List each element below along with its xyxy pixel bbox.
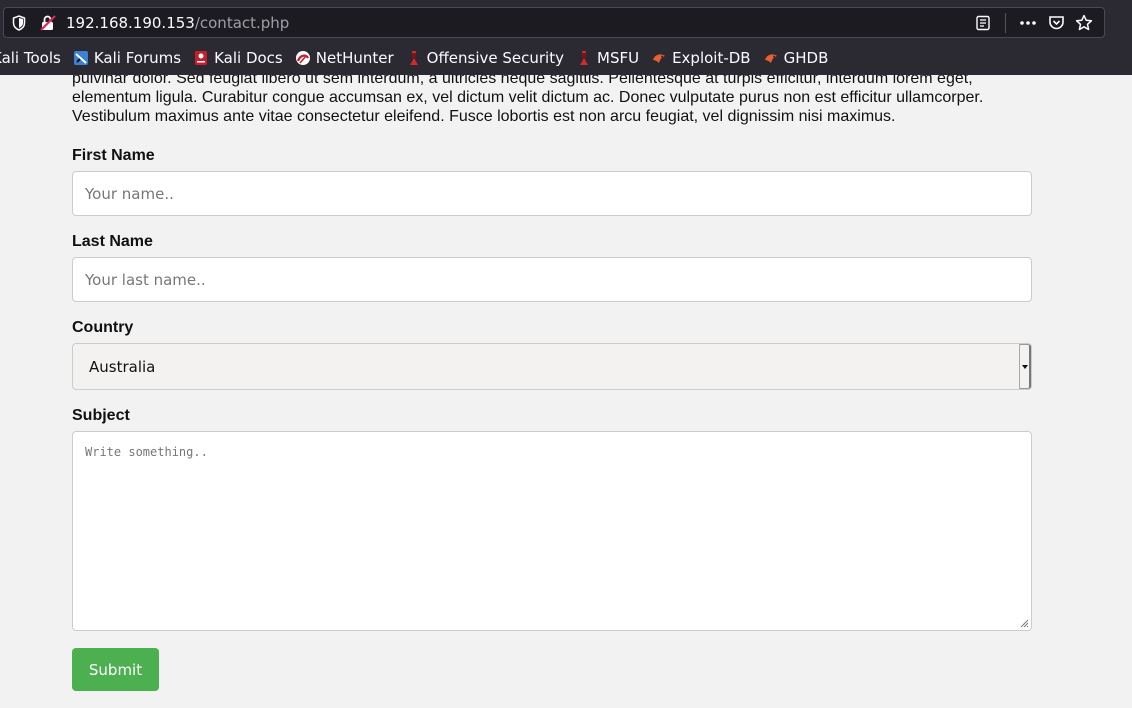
bookmark-label: NetHunter — [315, 49, 394, 67]
bookmark-ghdb[interactable]: GHDB — [763, 46, 829, 70]
bookmark-label: Exploit-DB — [672, 49, 751, 67]
country-select[interactable]: Australia — [72, 343, 1032, 390]
bookmark-label: Kali Tools — [0, 49, 61, 67]
more-actions-icon[interactable] — [1018, 13, 1038, 33]
url-host: 192.168.190.153 — [66, 14, 195, 32]
bookmark-star-icon[interactable] — [1074, 13, 1094, 33]
url-bar[interactable]: 192.168.190.153/contact.php — [3, 7, 1105, 38]
bookmark-kali-forums[interactable]: Kali Forums — [73, 46, 181, 70]
bookmark-kali-docs[interactable]: Kali Docs — [193, 46, 283, 70]
bookmark-label: Kali Docs — [214, 49, 283, 67]
pocket-icon[interactable] — [1046, 13, 1066, 33]
bookmark-exploit-db[interactable]: Exploit-DB — [651, 46, 751, 70]
url-text[interactable]: 192.168.190.153/contact.php — [66, 14, 289, 32]
resize-grip-icon[interactable] — [1020, 619, 1029, 628]
intro-line: Vestibulum maximus ante vitae consectetu… — [72, 108, 896, 125]
country-selected-value: Australia — [89, 357, 156, 376]
country-label: Country — [72, 319, 134, 336]
bookmark-msfu[interactable]: MSFU — [576, 46, 639, 70]
ghdb-icon — [764, 54, 777, 63]
intro-line: elementum ligula. Curabitur congue accum… — [72, 89, 984, 106]
url-path: /contact.php — [194, 14, 290, 32]
nethunter-icon — [295, 51, 310, 65]
bookmark-label: Kali Forums — [93, 49, 182, 67]
subject-textarea[interactable]: Write something.. — [72, 431, 1032, 631]
msfu-icon — [580, 51, 588, 65]
contact-form: First Name Your name.. Last Name Your la… — [72, 147, 1032, 691]
subject-label: Subject — [72, 407, 130, 424]
last-name-label: Last Name — [72, 233, 153, 250]
bookmark-label: GHDB — [783, 49, 829, 67]
contact-page-content: pulvinar dolor. Sed feugiat libero ut se… — [72, 75, 1032, 691]
offensive-security-icon — [409, 51, 418, 65]
bookmark-offensive-security[interactable]: Offensive Security — [406, 46, 564, 70]
kali-forums-icon — [73, 51, 88, 65]
insecure-connection-lock-icon[interactable] — [39, 14, 57, 32]
subject-placeholder: Write something.. — [85, 445, 208, 459]
submit-button[interactable]: Submit — [72, 648, 159, 691]
bookmark-nethunter[interactable]: NetHunter — [295, 46, 394, 70]
first-name-input[interactable]: Your name.. — [72, 171, 1032, 216]
exploit-db-icon — [653, 54, 666, 63]
last-name-placeholder: Your last name.. — [85, 270, 206, 289]
toolbar-separator — [1005, 13, 1006, 33]
first-name-label: First Name — [72, 147, 155, 164]
tracking-protection-shield-icon[interactable] — [12, 15, 26, 31]
intro-line: pulvinar dolor. Sed feugiat libero ut se… — [72, 75, 973, 87]
bookmark-kali-tools[interactable]: Kali Tools — [0, 46, 61, 70]
bookmark-label: MSFU — [597, 49, 640, 67]
browser-chrome: 192.168.190.153/contact.php Kali Tools K… — [0, 0, 1132, 75]
first-name-placeholder: Your name.. — [85, 184, 174, 203]
kali-docs-icon — [195, 51, 208, 65]
dropdown-arrow-icon[interactable] — [1019, 344, 1031, 389]
bookmark-label: Offensive Security — [426, 49, 564, 67]
reader-view-icon[interactable] — [973, 13, 993, 33]
intro-paragraph: pulvinar dolor. Sed feugiat libero ut se… — [72, 75, 1032, 130]
last-name-input[interactable]: Your last name.. — [72, 257, 1032, 302]
bookmarks-toolbar: Kali Tools Kali Forums Kali Docs NetHunt… — [0, 46, 840, 70]
